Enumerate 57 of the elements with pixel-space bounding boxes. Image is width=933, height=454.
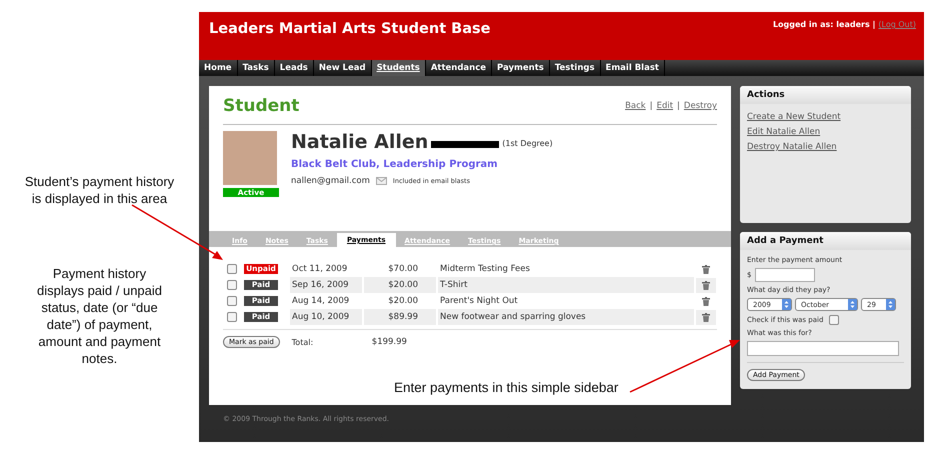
purpose-field[interactable] bbox=[747, 341, 899, 356]
nav-tab[interactable]: Attendance bbox=[426, 60, 492, 76]
payment-note: T-Shirt bbox=[438, 277, 694, 293]
student-name: Natalie Allen bbox=[291, 131, 428, 153]
app-title: Leaders Martial Arts Student Base bbox=[209, 21, 490, 39]
nav-tab[interactable]: Email Blast bbox=[600, 60, 665, 76]
annotation-text: Payment history displays paid / unpaid status, date (or “due date”) of payment, amount and payment notes. bbox=[36, 265, 164, 367]
panel-title: Add a Payment bbox=[740, 232, 911, 250]
payment-amount: $20.00 bbox=[387, 295, 419, 308]
payment-amount: $89.99 bbox=[364, 309, 436, 325]
belt-degree: (1st Degree) bbox=[502, 139, 553, 148]
row-checkbox[interactable] bbox=[227, 264, 237, 274]
nav-tab[interactable]: Payments bbox=[492, 60, 550, 76]
payment-date: Sep 16, 2009 bbox=[290, 277, 362, 293]
envelope-icon bbox=[376, 177, 387, 185]
row-checkbox[interactable] bbox=[227, 296, 237, 306]
redaction-bar bbox=[431, 140, 500, 148]
nav-tab[interactable]: Tasks bbox=[238, 60, 275, 76]
total-amount: $199.99 bbox=[372, 337, 407, 347]
payment-amount: $70.00 bbox=[387, 263, 419, 276]
nav-tab[interactable]: Home bbox=[199, 60, 238, 76]
action-link[interactable]: Edit Natalie Allen bbox=[747, 127, 904, 137]
link-separator: | bbox=[677, 101, 680, 111]
panel-title: Actions bbox=[740, 86, 911, 104]
action-link[interactable]: Destroy Natalie Allen bbox=[747, 142, 904, 152]
trash-icon[interactable] bbox=[696, 278, 716, 292]
page-heading: Student bbox=[223, 96, 300, 116]
stepper-icon bbox=[848, 299, 857, 310]
paid-checkbox[interactable] bbox=[829, 315, 840, 325]
stepper-icon bbox=[782, 299, 791, 310]
payment-date: Aug 10, 2009 bbox=[290, 309, 362, 325]
payment-note: New footwear and sparring gloves bbox=[438, 309, 694, 325]
photo-placeholder bbox=[223, 131, 277, 185]
link-separator: | bbox=[650, 101, 653, 111]
action-link[interactable]: Create a New Student bbox=[747, 112, 904, 122]
row-checkbox[interactable] bbox=[227, 312, 237, 322]
login-status: Logged in as: leaders | bbox=[772, 20, 876, 31]
payment-note: Parent's Night Out bbox=[439, 295, 519, 308]
student-link[interactable]: Destroy bbox=[684, 101, 717, 111]
annotation-text: Student’s payment history is displayed in this area bbox=[24, 173, 174, 207]
student-link[interactable]: Edit bbox=[656, 101, 674, 111]
nav-tab[interactable]: Testings bbox=[550, 60, 601, 76]
payment-date: Aug 14, 2009 bbox=[291, 295, 350, 308]
program-list: Black Belt Club, Leadership Program bbox=[291, 159, 553, 170]
row-checkbox[interactable] bbox=[227, 280, 237, 290]
nav-tab[interactable]: Students bbox=[372, 60, 426, 76]
trash-icon[interactable] bbox=[696, 310, 716, 324]
nav-tab[interactable]: Leads bbox=[274, 60, 314, 76]
payment-amount: $20.00 bbox=[364, 277, 436, 293]
payment-date: Oct 11, 2009 bbox=[291, 263, 348, 276]
total-label: Total: bbox=[292, 338, 314, 346]
annotation-text: Enter payments in this simple sidebar bbox=[394, 380, 618, 395]
student-link[interactable]: Back bbox=[625, 101, 646, 111]
payment-note: Midterm Testing Fees bbox=[439, 263, 531, 276]
stepper-icon bbox=[886, 299, 895, 310]
amount-field[interactable] bbox=[755, 268, 816, 282]
student-email: nallen@gmail.com bbox=[291, 176, 370, 186]
